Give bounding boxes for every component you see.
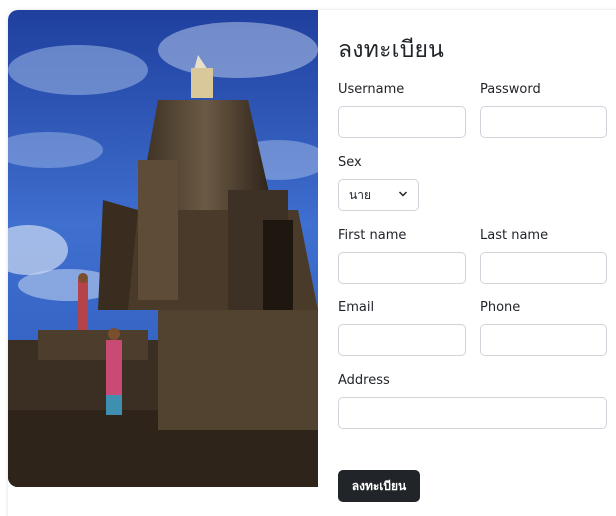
username-label: Username [338, 82, 405, 97]
lastname-input[interactable] [480, 252, 607, 284]
page-title: ลงทะเบียน [338, 37, 445, 63]
password-input[interactable] [480, 106, 607, 138]
firstname-label: First name [338, 228, 407, 243]
email-label: Email [338, 300, 375, 315]
phone-input[interactable] [480, 324, 607, 356]
sex-select[interactable]: นาย [338, 179, 419, 211]
chevron-down-icon [398, 191, 408, 197]
register-button[interactable]: ลงทะเบียน [338, 470, 420, 502]
firstname-input[interactable] [338, 252, 466, 284]
address-input[interactable] [338, 397, 607, 429]
address-label: Address [338, 373, 390, 388]
temple-photo [8, 10, 318, 487]
sex-select-value: นาย [349, 187, 371, 202]
password-label: Password [480, 82, 541, 97]
sex-label: Sex [338, 155, 362, 170]
phone-label: Phone [480, 300, 521, 315]
email-input[interactable] [338, 324, 466, 356]
lastname-label: Last name [480, 228, 549, 243]
username-input[interactable] [338, 106, 466, 138]
